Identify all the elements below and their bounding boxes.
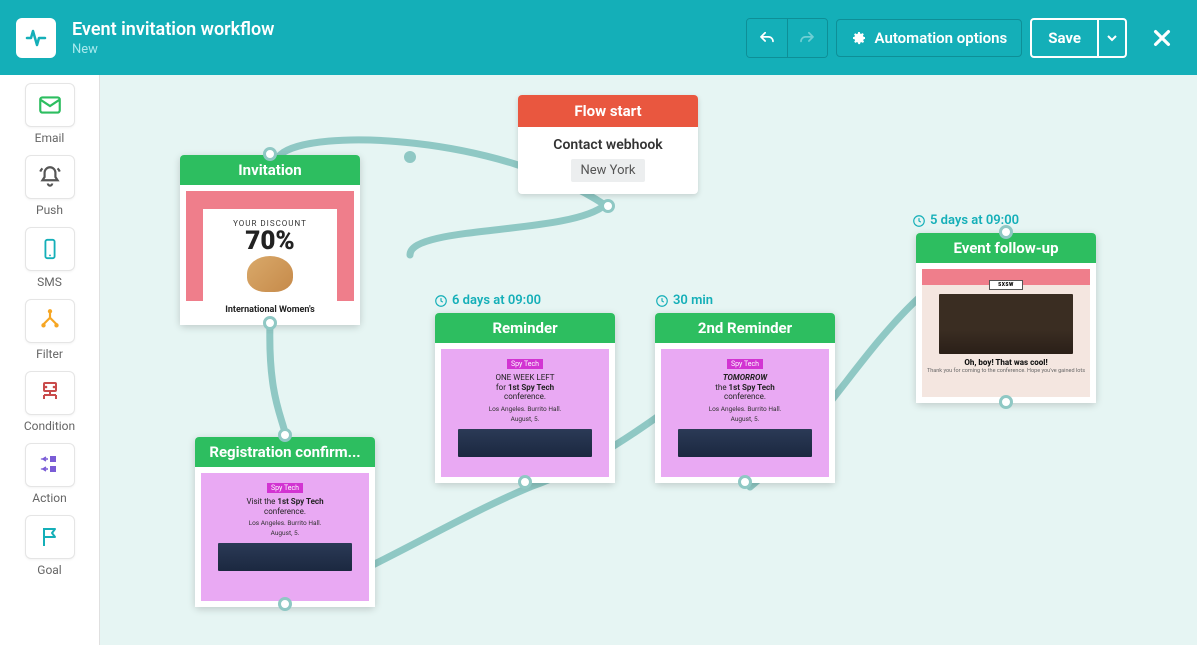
activity-icon — [24, 26, 48, 50]
automation-options-button[interactable]: Automation options — [836, 19, 1023, 57]
clock-icon — [655, 294, 669, 308]
flag-icon — [38, 525, 62, 549]
palette-push[interactable]: Push — [12, 155, 87, 217]
page-status: New — [72, 42, 746, 57]
action-icon — [37, 454, 63, 476]
invitation-preview: YOUR DISCOUNT 70% International Women's — [180, 185, 360, 325]
undo-redo-group — [746, 18, 828, 58]
save-dropdown-button[interactable] — [1097, 20, 1125, 56]
reminder-title: Reminder — [435, 313, 615, 343]
automation-options-label: Automation options — [875, 29, 1008, 47]
undo-button[interactable] — [747, 19, 787, 57]
node-reminder2[interactable]: 2nd Reminder Spy Tech TOMORROWthe 1st Sp… — [655, 313, 835, 483]
followup-preview: SXSW Oh, boy! That was cool! Thank you f… — [916, 263, 1096, 403]
reminder2-title: 2nd Reminder — [655, 313, 835, 343]
flow-start-title: Flow start — [518, 95, 698, 127]
registration-preview: Spy Tech Visit the 1st Spy Techconferenc… — [195, 467, 375, 607]
connector-dot[interactable] — [999, 395, 1013, 409]
timing-reminder2: 30 min — [655, 293, 713, 308]
bell-icon — [37, 164, 63, 190]
undo-icon — [758, 29, 776, 47]
reminder2-preview: Spy Tech TOMORROWthe 1st Spy Techconfere… — [655, 343, 835, 483]
clock-icon — [434, 294, 448, 308]
filter-icon — [37, 308, 63, 334]
palette-goal[interactable]: Goal — [12, 515, 87, 577]
palette-email[interactable]: Email — [12, 83, 87, 145]
caret-down-icon — [1107, 33, 1117, 43]
connector-dot[interactable] — [999, 225, 1013, 239]
node-reminder[interactable]: Reminder Spy Tech ONE WEEK LEFTfor 1st S… — [435, 313, 615, 483]
palette-sms[interactable]: SMS — [12, 227, 87, 289]
node-invitation[interactable]: Invitation YOUR DISCOUNT 70% Internation… — [180, 155, 360, 325]
mail-icon — [37, 92, 63, 118]
save-button[interactable]: Save — [1032, 20, 1097, 56]
app-logo[interactable] — [16, 18, 56, 58]
workflow-canvas[interactable]: Flow start Contact webhook New York Invi… — [100, 75, 1197, 645]
palette-action[interactable]: Action — [12, 443, 87, 505]
redo-icon — [798, 29, 816, 47]
node-registration-confirm[interactable]: Registration confirm... Spy Tech Visit t… — [195, 437, 375, 607]
app-header: Event invitation workflow New Automation… — [0, 0, 1197, 75]
connector-dot[interactable] — [278, 428, 292, 442]
close-icon — [1151, 27, 1173, 49]
palette-condition[interactable]: Condition — [12, 371, 87, 433]
connector-dot[interactable] — [263, 147, 277, 161]
gear-icon — [851, 30, 867, 46]
palette-filter[interactable]: Filter — [12, 299, 87, 361]
flow-start-subtitle: Contact webhook — [530, 137, 686, 153]
connector-dot[interactable] — [518, 475, 532, 489]
reminder-preview: Spy Tech ONE WEEK LEFTfor 1st Spy Techco… — [435, 343, 615, 483]
connector-dot[interactable] — [738, 475, 752, 489]
phone-icon — [39, 236, 61, 262]
close-button[interactable] — [1143, 19, 1181, 57]
redo-button[interactable] — [787, 19, 827, 57]
timing-reminder: 6 days at 09:00 — [434, 293, 541, 308]
element-palette: Email Push SMS Filter Condition Action G… — [0, 75, 100, 645]
save-button-group: Save — [1030, 18, 1127, 58]
node-followup[interactable]: Event follow-up SXSW Oh, boy! That was c… — [916, 233, 1096, 403]
node-flow-start[interactable]: Flow start Contact webhook New York — [518, 95, 698, 194]
connector-dot[interactable] — [263, 316, 277, 330]
connector-dot[interactable] — [601, 199, 615, 213]
page-title: Event invitation workflow — [72, 19, 746, 40]
clock-icon — [912, 214, 926, 228]
connector-dot[interactable] — [278, 597, 292, 611]
condition-icon — [36, 381, 64, 405]
title-block: Event invitation workflow New — [72, 19, 746, 57]
flow-start-tag: New York — [571, 159, 646, 182]
